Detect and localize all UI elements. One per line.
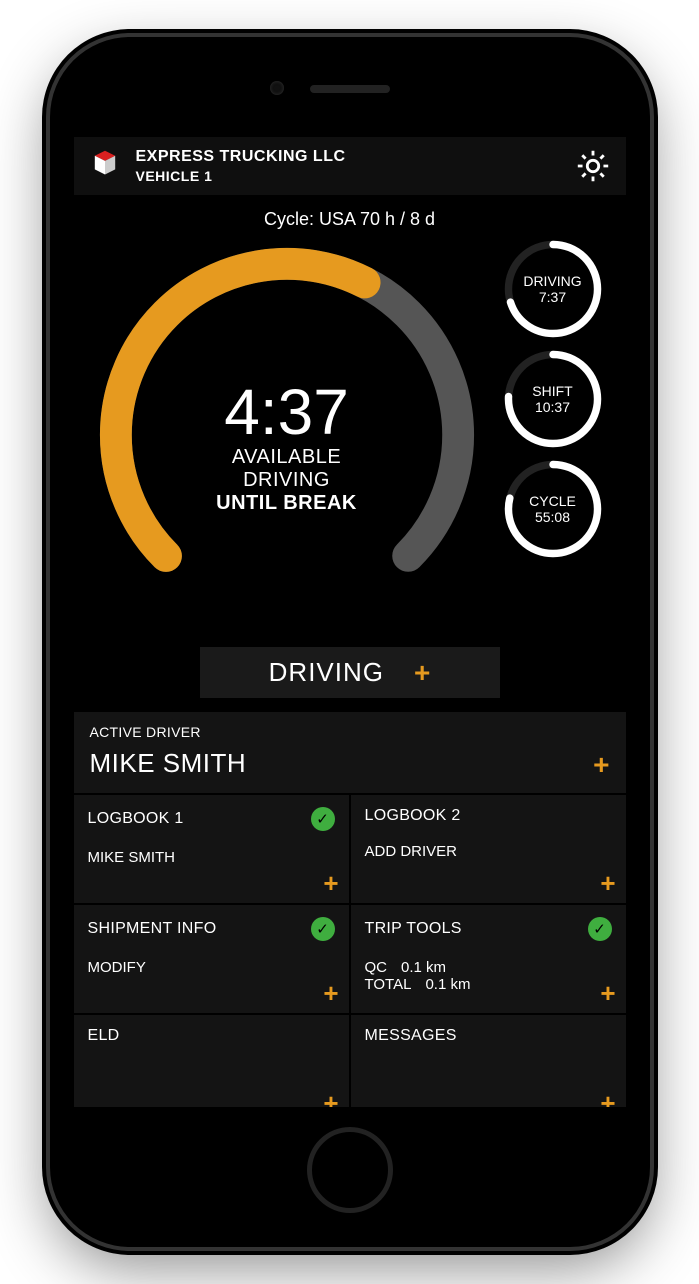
app-header: EXPRESS TRUCKING LLC VEHICLE 1: [74, 137, 626, 195]
dashboard: Cycle: USA 70 h / 8 d 4:37 AVAILABLE DRI…: [74, 195, 626, 712]
vehicle-name: VEHICLE 1: [136, 168, 560, 184]
tile-shipment-info[interactable]: SHIPMENT INFO ✓ MODIFY +: [74, 905, 349, 1013]
main-gauge[interactable]: 4:37 AVAILABLE DRIVING UNTIL BREAK: [88, 236, 486, 639]
plus-icon: +: [600, 1088, 615, 1107]
active-driver-block[interactable]: ACTIVE DRIVER MIKE SMITH +: [74, 712, 626, 793]
company-logo-icon: [88, 149, 122, 183]
main-gauge-center: 4:37 AVAILABLE DRIVING UNTIL BREAK: [88, 236, 486, 639]
tile-eld[interactable]: ELD +: [74, 1015, 349, 1107]
plus-icon: +: [414, 659, 430, 687]
plus-icon: +: [323, 978, 338, 1009]
phone-camera: [270, 81, 284, 95]
plus-icon: +: [593, 751, 609, 779]
gauge-row: 4:37 AVAILABLE DRIVING UNTIL BREAK: [88, 236, 612, 639]
mini-gauge-column: DRIVING 7:37 SHIFT 10:37: [500, 236, 612, 639]
tile-messages[interactable]: MESSAGES +: [351, 1015, 626, 1107]
settings-gear-icon[interactable]: [574, 147, 612, 185]
cycle-label: Cycle: USA 70 h / 8 d: [88, 209, 612, 230]
home-button[interactable]: [307, 1127, 393, 1213]
header-text: EXPRESS TRUCKING LLC VEHICLE 1: [136, 148, 560, 184]
mini-gauge-shift[interactable]: SHIFT 10:37: [500, 346, 606, 452]
duty-status-label: DRIVING: [269, 657, 384, 688]
check-icon: ✓: [311, 807, 335, 831]
phone-speaker: [310, 85, 390, 93]
plus-icon: +: [600, 868, 615, 899]
phone-frame: EXPRESS TRUCKING LLC VEHICLE 1 Cycle: US…: [50, 37, 650, 1247]
plus-icon: +: [323, 868, 338, 899]
available-time: 4:37: [224, 380, 349, 444]
check-icon: ✓: [311, 917, 335, 941]
check-icon: ✓: [588, 917, 612, 941]
tile-trip-tools[interactable]: TRIP TOOLS ✓ QC 0.1 km TOTAL 0.1 km +: [351, 905, 626, 1013]
tile-logbook2[interactable]: LOGBOOK 2 ADD DRIVER +: [351, 795, 626, 903]
mini-gauge-driving[interactable]: DRIVING 7:37: [500, 236, 606, 342]
plus-icon: +: [600, 978, 615, 1009]
duty-status-button[interactable]: DRIVING +: [200, 647, 500, 698]
main-gauge-caption: AVAILABLE DRIVING UNTIL BREAK: [216, 446, 357, 515]
tile-logbook1[interactable]: LOGBOOK 1 ✓ MIKE SMITH +: [74, 795, 349, 903]
plus-icon: +: [323, 1088, 338, 1107]
company-name: EXPRESS TRUCKING LLC: [136, 148, 560, 166]
mini-gauge-cycle[interactable]: CYCLE 55:08: [500, 456, 606, 562]
active-driver-name: MIKE SMITH: [90, 748, 247, 779]
app-screen: EXPRESS TRUCKING LLC VEHICLE 1 Cycle: US…: [74, 137, 626, 1107]
active-driver-label: ACTIVE DRIVER: [90, 724, 247, 740]
tile-grid: LOGBOOK 1 ✓ MIKE SMITH + LOGBOOK 2 ADD D…: [74, 795, 626, 1107]
